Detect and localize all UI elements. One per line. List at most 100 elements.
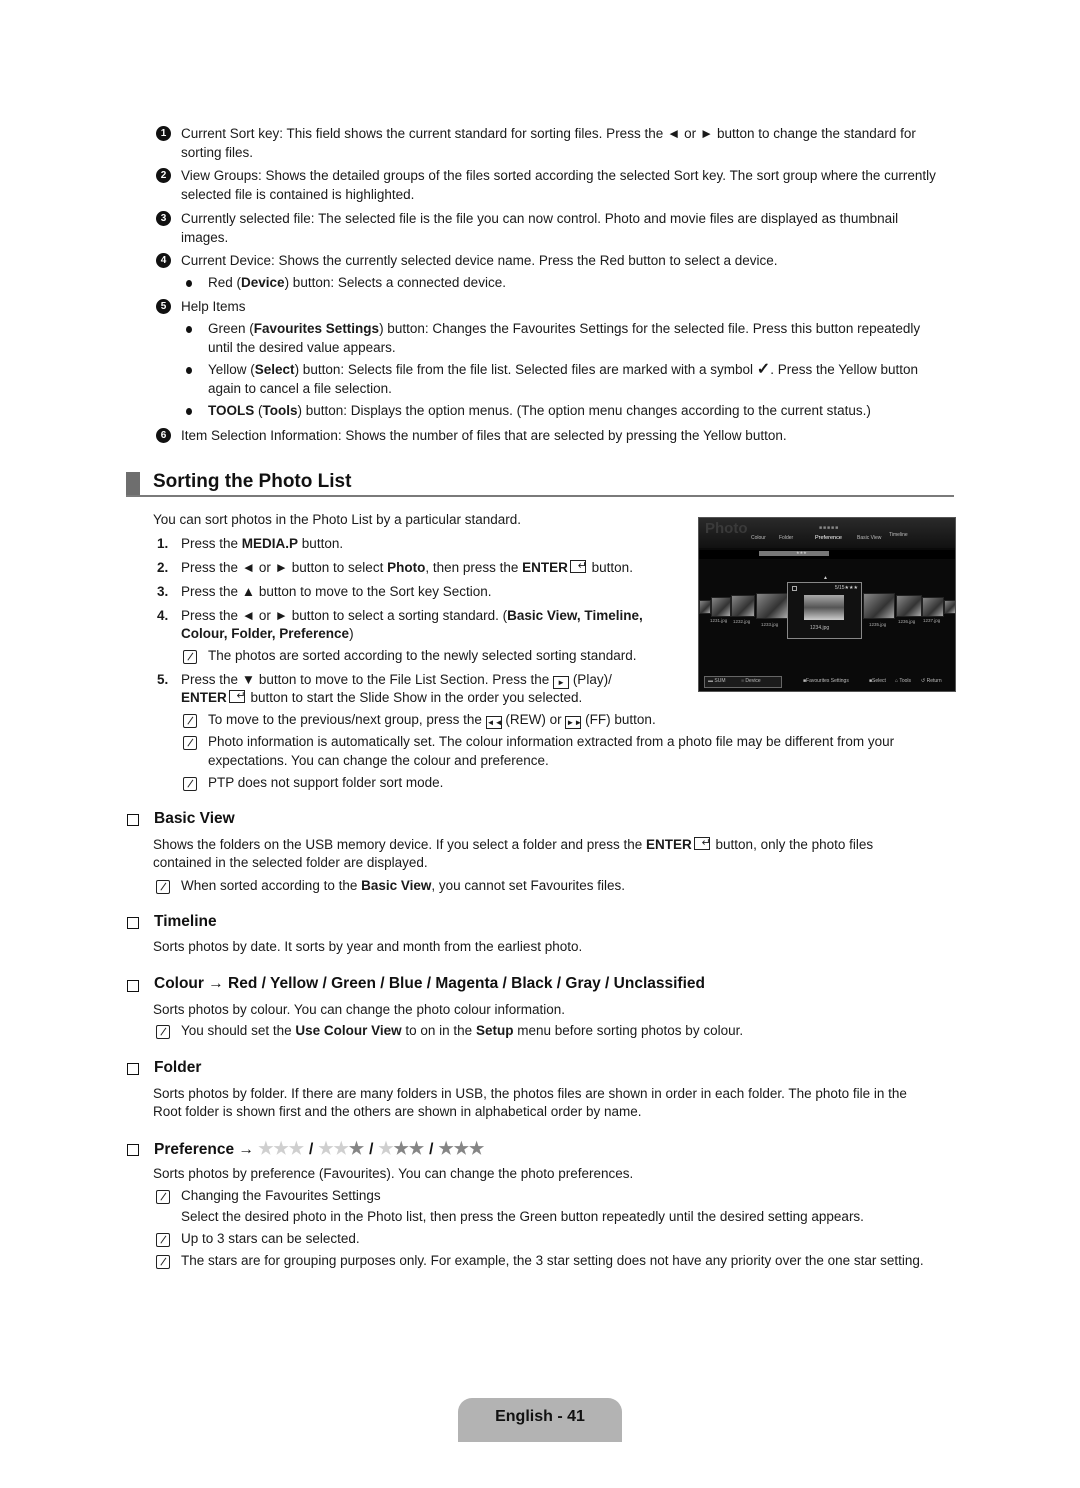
tv-sort-key-preference: Preference bbox=[815, 535, 842, 541]
subsection-text: Sorts photos by preference (Favourites).… bbox=[153, 1166, 634, 1181]
star-filled-icon: ★ bbox=[453, 1139, 469, 1158]
tv-thumb-label: 1232.jpg bbox=[733, 619, 751, 624]
section-title: Sorting the Photo List bbox=[153, 471, 352, 492]
note-icon bbox=[183, 714, 197, 728]
tv-thumb-label: 1235.jpg bbox=[869, 622, 887, 627]
subsection-text-cont: contained in the selected folder are dis… bbox=[153, 855, 428, 870]
note-text-cont: expectations. You can change the colour … bbox=[208, 753, 549, 768]
legend-text: Current Sort key: This field shows the c… bbox=[181, 126, 916, 141]
tv-sort-key-timeline: Timeline bbox=[889, 532, 908, 538]
legend-text: Currently selected file: The selected fi… bbox=[181, 211, 899, 226]
fast-forward-icon: ►► bbox=[565, 716, 583, 729]
subsection-title: Basic View bbox=[154, 810, 235, 827]
note-icon bbox=[156, 1190, 170, 1204]
rewind-icon: ◄◄ bbox=[485, 716, 503, 729]
note-text: You should set the Use Colour View to on… bbox=[181, 1023, 744, 1038]
tv-thumbnail bbox=[863, 593, 895, 619]
subsection-text: Sorts photos by colour. You can change t… bbox=[153, 1002, 566, 1017]
green-button-text-cont: until the desired value appears. bbox=[208, 340, 396, 355]
number-6-icon: 6 bbox=[156, 428, 171, 443]
tv-thumb-label: 1233.jpg bbox=[761, 622, 779, 627]
tv-up-arrow-icon: ▲ bbox=[823, 575, 828, 581]
star-filled-icon: ★ bbox=[348, 1139, 365, 1158]
tv-thumbnail bbox=[731, 595, 755, 617]
enter-icon bbox=[569, 557, 587, 575]
tv-device-button: ■ Device bbox=[741, 678, 761, 684]
subsection-text-cont: Root folder is shown first and the other… bbox=[153, 1104, 642, 1119]
subsection-text: Sorts photos by folder. If there are man… bbox=[153, 1086, 907, 1101]
section-intro: You can sort photos in the Photo List by… bbox=[153, 512, 521, 527]
star-separator: / bbox=[309, 1141, 314, 1158]
green-button-text: Green (Favourites Settings) button: Chan… bbox=[208, 321, 921, 336]
step-text-cont: Colour, Folder, Preference) bbox=[181, 626, 354, 641]
tv-page-dots: ■■■■■ bbox=[819, 525, 840, 531]
step-number: 5. bbox=[157, 672, 169, 687]
yellow-button-text: Yellow (Select) button: Selects file fro… bbox=[208, 361, 919, 378]
tv-device-name: ▬ SUM bbox=[708, 678, 726, 684]
legend-text: Item Selection Information: Shows the nu… bbox=[181, 428, 787, 443]
tv-thumbnail bbox=[896, 595, 922, 617]
star-filled-icon: ★ bbox=[408, 1139, 425, 1158]
note-icon bbox=[156, 1025, 170, 1039]
legend-text: View Groups: Shows the detailed groups o… bbox=[181, 168, 936, 183]
checkmark-icon: ✓ bbox=[756, 361, 771, 378]
tv-sort-key-folder: Folder bbox=[779, 535, 794, 541]
subsection-title: Preference → ★★★ / ★★★ / ★★★ / ★★★ bbox=[154, 1139, 485, 1158]
note-icon bbox=[183, 777, 197, 791]
section-divider bbox=[126, 495, 954, 497]
legend-text: sorting files. bbox=[181, 145, 254, 160]
star-filled-icon: ★ bbox=[393, 1139, 409, 1158]
tv-selected-thumbnail bbox=[804, 595, 844, 620]
tv-thumbnail bbox=[922, 597, 944, 617]
tv-selected-label: 1234.jpg bbox=[810, 625, 830, 631]
tv-selected-group bbox=[759, 551, 829, 556]
note-icon bbox=[183, 736, 197, 750]
tv-sort-key-basic-view: Basic View bbox=[857, 535, 882, 541]
tv-thumb-label: 1237.jpg bbox=[923, 618, 941, 623]
step-text: Press the ▲ button to move to the Sort k… bbox=[181, 584, 492, 599]
tv-favourites-button: ■Favourites Settings bbox=[803, 678, 849, 684]
tv-thumbnail bbox=[944, 600, 955, 614]
play-icon: ► bbox=[553, 676, 570, 689]
tv-thumbnail bbox=[756, 593, 788, 619]
tv-title: Photo bbox=[705, 520, 748, 537]
note-text: Up to 3 stars can be selected. bbox=[181, 1231, 360, 1246]
star-empty-icon: ★ bbox=[333, 1139, 349, 1158]
bullet-icon bbox=[186, 367, 192, 374]
device-bullet-text: Red (Device) button: Selects a connected… bbox=[208, 275, 506, 290]
star-empty-icon: ★ bbox=[378, 1139, 394, 1158]
note-icon bbox=[183, 650, 197, 664]
star-empty-icon: ★ bbox=[288, 1139, 305, 1158]
tv-selected-file: 5/15★★★ 1234.jpg bbox=[787, 582, 862, 639]
enter-icon bbox=[228, 687, 246, 705]
note-icon bbox=[156, 1233, 170, 1247]
step-text-cont: ENTER button to start the Slide Show in … bbox=[181, 687, 582, 707]
star-separator: / bbox=[429, 1141, 434, 1158]
note-icon bbox=[156, 1255, 170, 1269]
checkbox-bullet-icon bbox=[127, 980, 139, 992]
tv-select-checkbox bbox=[792, 586, 797, 591]
bullet-icon bbox=[186, 280, 192, 287]
checkbox-bullet-icon bbox=[127, 1144, 139, 1156]
step-number: 3. bbox=[157, 584, 169, 599]
note-text: When sorted according to the Basic View,… bbox=[181, 878, 626, 893]
bullet-icon bbox=[186, 408, 192, 415]
tv-selection-info: 5/15★★★ bbox=[834, 585, 858, 591]
legend-text: selected file is contained is highlighte… bbox=[181, 187, 415, 202]
tv-tools-button: ⌂ Tools bbox=[895, 678, 912, 684]
note-text: The photos are sorted according to the n… bbox=[208, 648, 637, 663]
subsection-text: Sorts photos by date. It sorts by year a… bbox=[153, 939, 583, 954]
step-text: Press the MEDIA.P button. bbox=[181, 536, 344, 551]
star-filled-icon: ★ bbox=[468, 1139, 485, 1158]
star-group-3: ★★★ bbox=[438, 1139, 485, 1158]
note-text: Changing the Favourites Settings bbox=[181, 1188, 381, 1203]
star-group-2: ★★★ bbox=[378, 1139, 425, 1158]
yellow-button-text-cont: again to cancel a file selection. bbox=[208, 381, 392, 396]
subsection-text: Shows the folders on the USB memory devi… bbox=[153, 834, 873, 854]
tv-return-button: ↺ Return bbox=[921, 678, 942, 684]
section-heading-bar bbox=[126, 472, 140, 496]
tv-group-stars: ★★★ bbox=[796, 550, 807, 555]
step-number: 2. bbox=[157, 560, 169, 575]
tv-help-bar: ▬ SUM ■ Device ■Favourites Settings ■Sel… bbox=[699, 675, 955, 689]
enter-icon bbox=[693, 834, 711, 852]
